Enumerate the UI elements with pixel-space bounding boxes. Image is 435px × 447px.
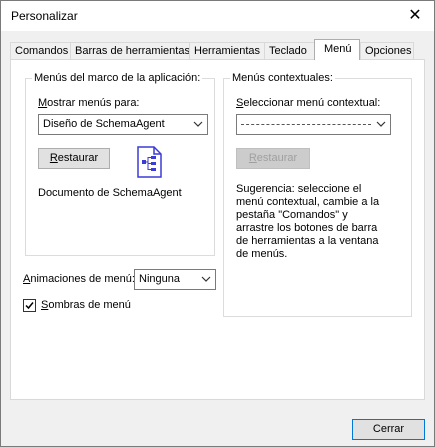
chevron-down-icon [193,121,203,127]
tab-opciones[interactable]: Opciones [360,42,414,59]
context-reset-button: Restaurar [236,148,310,169]
tab-comandos[interactable]: Comandos [10,42,71,59]
frame-menus-group-label: Menús del marco de la aplicación: [32,72,203,84]
checkmark-icon [25,302,34,310]
menu-tab-panel: Menús del marco de la aplicación: Mostra… [10,59,425,400]
show-menus-for-select[interactable]: Diseño de SchemaAgent [38,114,208,135]
document-label: Documento de SchemaAgent [38,187,182,199]
frame-menus-group: Menús del marco de la aplicación: Mostra… [25,72,215,256]
empty-selection-dashes [241,124,371,125]
window-title: Personalizar [11,9,78,23]
tab-herramientas[interactable]: Herramientas [189,42,265,59]
context-menu-select[interactable] [236,114,391,135]
menu-animations-select[interactable]: Ninguna [134,269,216,290]
tab-barras-de-herramientas[interactable]: Barras de herramientas [70,42,190,59]
frame-reset-button[interactable]: Restaurar [38,148,110,169]
context-menus-group-label: Menús contextuales: [230,72,335,84]
menu-animations-value: Ninguna [139,273,180,285]
select-context-menu-label: Seleccionar menú contextual: [236,97,381,109]
context-menus-group: Menús contextuales: Seleccionar menú con… [223,72,412,317]
schemaagent-document-icon [137,146,162,178]
close-icon[interactable]: ✕ [404,5,426,27]
show-menus-for-label: Mostrar menús para: [38,97,140,109]
hint-text: Sugerencia: seleccione el menú contextua… [236,183,380,260]
menu-shadows-checkbox[interactable] [23,299,36,312]
chevron-down-icon [376,121,386,127]
chevron-down-icon [201,276,211,282]
show-menus-for-value: Diseño de SchemaAgent [43,118,165,130]
tab-teclado[interactable]: Teclado [264,42,315,59]
close-button[interactable]: Cerrar [352,419,425,440]
menu-animations-label: Animaciones de menú: [23,273,135,285]
customize-dialog: Personalizar ✕ Comandos Barras de herram… [0,0,435,447]
title-bar: Personalizar ✕ [1,1,434,31]
menu-shadows-label: Sombras de menú [41,299,131,311]
tab-menu[interactable]: Menú [314,39,360,60]
